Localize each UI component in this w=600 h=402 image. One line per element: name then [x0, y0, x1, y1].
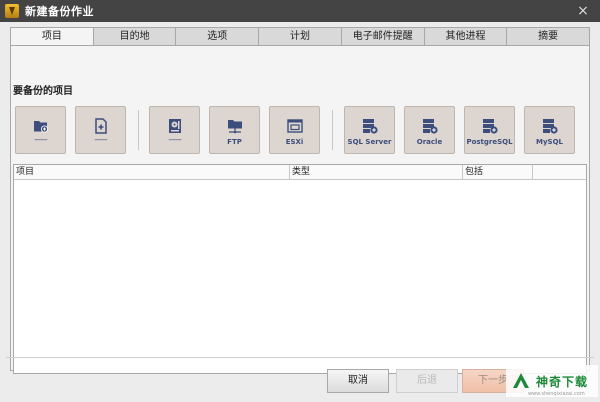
database-add-icon — [422, 119, 438, 134]
tab-other-processes[interactable]: 其他进程 — [424, 27, 508, 46]
tab-strip: 项目 目的地 选项 计划 电子邮件提醒 其他进程 摘要 — [10, 27, 591, 47]
add-disk-button[interactable]: -------- — [149, 106, 200, 154]
tab-summary[interactable]: 摘要 — [507, 27, 591, 46]
window-title: 新建备份作业 — [25, 5, 94, 18]
separator — [138, 110, 139, 150]
items-panel: 要备份的项目 -------- -------- -------- FTP ES… — [10, 45, 591, 374]
tab-options[interactable]: 选项 — [176, 27, 260, 46]
database-add-icon — [542, 119, 558, 134]
column-header-include[interactable]: 包括 — [463, 165, 533, 179]
footer-divider — [6, 357, 594, 358]
folder-add-icon — [33, 121, 48, 133]
database-add-icon — [482, 119, 498, 134]
mysql-label: MySQL — [536, 138, 563, 146]
separator — [332, 110, 333, 150]
add-file-button[interactable]: -------- — [75, 106, 126, 154]
add-folder-button[interactable]: -------- — [15, 106, 66, 154]
tab-email-alerts[interactable]: 电子邮件提醒 — [341, 27, 425, 46]
esxi-window-icon — [286, 119, 303, 133]
app-logo-icon — [5, 4, 19, 18]
tab-destination[interactable]: 目的地 — [93, 27, 177, 46]
ftp-button[interactable]: FTP — [209, 106, 260, 154]
section-label: 要备份的项目 — [13, 86, 73, 97]
esxi-label: ESXi — [285, 138, 304, 146]
back-button[interactable]: 后退 — [396, 369, 458, 393]
add-file-label: -------- — [94, 136, 107, 144]
watermark-url: www.shenqixiazai.com — [528, 391, 585, 397]
disk-icon — [168, 119, 181, 133]
close-button[interactable]: × — [574, 2, 592, 20]
file-add-icon — [94, 118, 107, 134]
sql-server-button[interactable]: SQL Server — [344, 106, 395, 154]
column-header-item[interactable]: 项目 — [14, 165, 290, 179]
source-button-row: -------- -------- -------- FTP ESXi SQL … — [11, 106, 591, 154]
column-header-type[interactable]: 类型 — [290, 165, 463, 179]
ftp-label: FTP — [227, 138, 242, 146]
list-header: 项目 类型 包括 — [14, 165, 586, 180]
sql-server-label: SQL Server — [347, 138, 392, 146]
postgresql-label: PostgreSQL — [466, 138, 513, 146]
postgresql-button[interactable]: PostgreSQL — [464, 106, 515, 154]
items-list[interactable]: 项目 类型 包括 — [13, 164, 587, 374]
cancel-button[interactable]: 取消 — [327, 369, 389, 393]
ftp-folder-icon — [227, 120, 242, 134]
tab-items[interactable]: 项目 — [10, 27, 94, 47]
title-bar: 新建备份作业 × — [0, 0, 600, 22]
add-disk-label: -------- — [168, 136, 181, 144]
window-body: 项目 目的地 选项 计划 电子邮件提醒 其他进程 摘要 要备份的项目 -----… — [0, 22, 600, 402]
oracle-label: Oracle — [416, 138, 443, 146]
mysql-button[interactable]: MySQL — [524, 106, 575, 154]
watermark-logo-icon — [513, 373, 529, 388]
tab-schedule[interactable]: 计划 — [259, 27, 342, 46]
add-folder-label: -------- — [34, 136, 47, 144]
watermark-text: 神奇下载 — [536, 374, 589, 389]
column-header-empty — [533, 165, 586, 179]
esxi-button[interactable]: ESXi — [269, 106, 320, 154]
oracle-button[interactable]: Oracle — [404, 106, 455, 154]
database-add-icon — [362, 119, 378, 134]
